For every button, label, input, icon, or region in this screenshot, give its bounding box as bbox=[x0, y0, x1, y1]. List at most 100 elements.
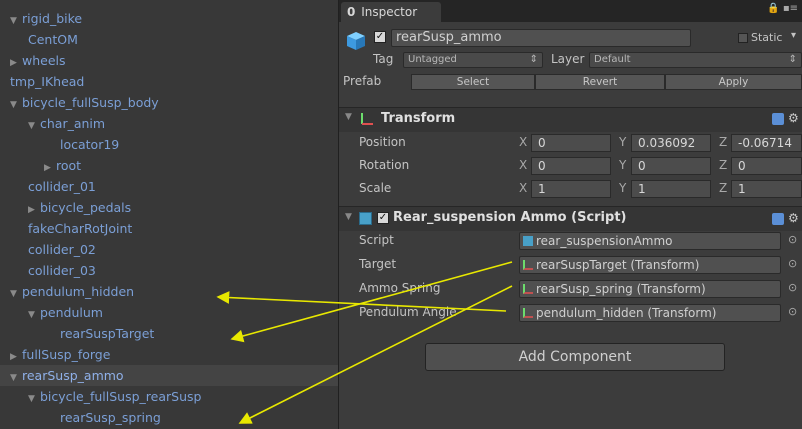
transform-icon bbox=[523, 308, 533, 318]
expanded-arrow-icon[interactable]: ▼ bbox=[10, 11, 22, 32]
hierarchy-item[interactable]: ▼ bicycle_fullSusp_rearSusp bbox=[28, 386, 201, 407]
expanded-arrow-icon[interactable]: ▼ bbox=[28, 389, 40, 410]
transform-row-label: Scale bbox=[359, 181, 392, 195]
transform-icon bbox=[523, 260, 533, 270]
active-checkbox[interactable]: ✓ bbox=[374, 31, 386, 43]
hierarchy-item[interactable]: fakeCharRotJoint bbox=[28, 218, 132, 239]
hierarchy-item[interactable]: ▶ root bbox=[44, 155, 81, 176]
hierarchy-item[interactable]: collider_02 bbox=[28, 239, 96, 260]
transform-z-field[interactable]: 0 bbox=[731, 157, 802, 175]
gear-icon[interactable]: ⚙ bbox=[788, 211, 799, 225]
hierarchy-item[interactable]: ▼ rigid_bike bbox=[10, 8, 82, 29]
transform-y-field[interactable]: 0.036092 bbox=[631, 134, 711, 152]
script-reference-field[interactable]: rear_suspensionAmmo bbox=[519, 232, 781, 250]
hierarchy-item[interactable]: collider_03 bbox=[28, 260, 96, 281]
prefab-select-button[interactable]: Select bbox=[411, 74, 535, 90]
prefab-revert-button[interactable]: Revert bbox=[535, 74, 665, 90]
hierarchy-item[interactable]: tmp_IKhead bbox=[10, 71, 84, 92]
reference-value: pendulum_hidden (Transform) bbox=[536, 306, 717, 320]
help-book-icon[interactable] bbox=[772, 213, 784, 225]
foldout-arrow-icon[interactable]: ▼ bbox=[345, 112, 352, 122]
foldout-arrow-icon[interactable]: ▼ bbox=[345, 212, 352, 222]
hierarchy-item-label: rearSusp_ammo bbox=[22, 368, 124, 383]
expanded-arrow-icon[interactable]: ▼ bbox=[10, 95, 22, 116]
tag-label: Tag bbox=[373, 52, 394, 66]
gameobject-cube-icon bbox=[345, 30, 367, 52]
transform-y-field[interactable]: 1 bbox=[631, 180, 711, 198]
hierarchy-item[interactable]: ▼ pendulum bbox=[28, 302, 103, 323]
hierarchy-item[interactable]: locator19 bbox=[60, 134, 119, 155]
transform-header[interactable]: ▼ Transform ⚙ bbox=[339, 107, 802, 132]
hierarchy-item-label: collider_03 bbox=[28, 263, 96, 278]
hierarchy-item[interactable]: CentOM bbox=[28, 29, 78, 50]
lock-icon[interactable]: 🔒 ▪≡ bbox=[767, 3, 798, 14]
static-checkbox[interactable] bbox=[738, 33, 748, 43]
hierarchy-item[interactable]: rearSuspTarget bbox=[60, 323, 154, 344]
transform-row-label: Position bbox=[359, 135, 406, 149]
hierarchy-item-label: collider_01 bbox=[28, 179, 96, 194]
transform-reference-field[interactable]: pendulum_hidden (Transform) bbox=[519, 304, 781, 322]
transform-reference-field[interactable]: rearSuspTarget (Transform) bbox=[519, 256, 781, 274]
hierarchy-item-label: bicycle_pedals bbox=[40, 200, 132, 215]
tab-inspector[interactable]: 0 Inspector bbox=[341, 2, 441, 22]
object-name-field[interactable]: rearSusp_ammo bbox=[391, 29, 691, 47]
script-component-header[interactable]: ▼ ✓ Rear_suspension Ammo (Script) ⚙ bbox=[339, 206, 802, 231]
transform-reference-field[interactable]: rearSusp_spring (Transform) bbox=[519, 280, 781, 298]
hierarchy-item-label: wheels bbox=[22, 53, 66, 68]
chevron-down-icon: ⇕ bbox=[788, 54, 797, 65]
transform-x-field[interactable]: 0 bbox=[531, 157, 611, 175]
hierarchy-item[interactable]: ▶ bicycle_pedals bbox=[28, 197, 131, 218]
add-component-button[interactable]: Add Component bbox=[425, 343, 725, 371]
inspector-tab-icon: 0 bbox=[347, 5, 356, 19]
gear-icon[interactable]: ⚙ bbox=[788, 111, 799, 125]
transform-x-field[interactable]: 0 bbox=[531, 134, 611, 152]
hierarchy-item-label: CentOM bbox=[28, 32, 78, 47]
axis-y-label: Y bbox=[619, 158, 627, 172]
object-picker-icon[interactable]: ⊙ bbox=[788, 233, 797, 246]
hierarchy-item[interactable]: ▼ char_anim bbox=[28, 113, 105, 134]
hierarchy-item-label: locator19 bbox=[60, 137, 120, 152]
transform-z-field[interactable]: 1 bbox=[731, 180, 802, 198]
transform-z-field[interactable]: -0.06714 bbox=[731, 134, 802, 152]
hierarchy-item[interactable]: ▼ bicycle_fullSusp_body bbox=[10, 92, 159, 113]
object-picker-icon[interactable]: ⊙ bbox=[788, 305, 797, 318]
expanded-arrow-icon[interactable]: ▼ bbox=[10, 368, 22, 389]
object-picker-icon[interactable]: ⊙ bbox=[788, 257, 797, 270]
hierarchy-item[interactable]: collider_01 bbox=[28, 176, 96, 197]
tag-dropdown[interactable]: Untagged ⇕ bbox=[403, 52, 543, 68]
script-file-icon bbox=[359, 212, 372, 225]
layer-dropdown[interactable]: Default ⇕ bbox=[589, 52, 802, 68]
hierarchy-item[interactable]: ▼ rearSusp_ammo bbox=[0, 365, 338, 386]
hierarchy-item-label: root bbox=[56, 158, 82, 173]
hierarchy-panel: ▼ rigid_bike CentOM ▶ wheels tmp_IKhead ▼ bicyc… bbox=[0, 0, 339, 429]
transform-y-field[interactable]: 0 bbox=[631, 157, 711, 175]
expanded-arrow-icon[interactable]: ▼ bbox=[28, 305, 40, 326]
hierarchy-item[interactable]: rearSusp_spring bbox=[60, 407, 161, 428]
chevron-down-icon: ⇕ bbox=[529, 54, 538, 65]
axis-x-label: X bbox=[519, 135, 528, 149]
hierarchy-item-label: bicycle_fullSusp_body bbox=[22, 95, 159, 110]
static-dropdown-arrow[interactable]: ▾ bbox=[791, 30, 796, 41]
help-book-icon[interactable] bbox=[772, 113, 784, 125]
hierarchy-item[interactable]: ▶ fullSusp_forge bbox=[10, 344, 110, 365]
prefab-apply-button[interactable]: Apply bbox=[665, 74, 802, 90]
script-enabled-checkbox[interactable]: ✓ bbox=[377, 212, 389, 224]
axis-x-label: X bbox=[519, 181, 528, 195]
transform-x-field[interactable]: 1 bbox=[531, 180, 611, 198]
hierarchy-item[interactable]: ▼ pendulum_hidden bbox=[10, 281, 134, 302]
reference-value: rearSusp_spring (Transform) bbox=[536, 282, 706, 296]
prefab-label: Prefab bbox=[343, 74, 382, 88]
hierarchy-item-label: tmp_IKhead bbox=[10, 74, 85, 89]
layer-label: Layer bbox=[551, 52, 585, 66]
hierarchy-item-label: pendulum_hidden bbox=[22, 284, 135, 299]
axis-y-label: Y bbox=[619, 181, 627, 195]
expanded-arrow-icon[interactable]: ▼ bbox=[10, 284, 22, 305]
reference-value: rearSuspTarget (Transform) bbox=[536, 258, 700, 272]
script-component-title: Rear_suspension Ammo (Script) bbox=[393, 210, 627, 225]
script-field-label: Script bbox=[359, 233, 394, 247]
static-label: Static bbox=[751, 31, 783, 44]
hierarchy-item[interactable]: ▶ wheels bbox=[10, 50, 66, 71]
hierarchy-item-label: rearSusp_spring bbox=[60, 410, 161, 425]
expanded-arrow-icon[interactable]: ▼ bbox=[28, 116, 40, 137]
object-picker-icon[interactable]: ⊙ bbox=[788, 281, 797, 294]
